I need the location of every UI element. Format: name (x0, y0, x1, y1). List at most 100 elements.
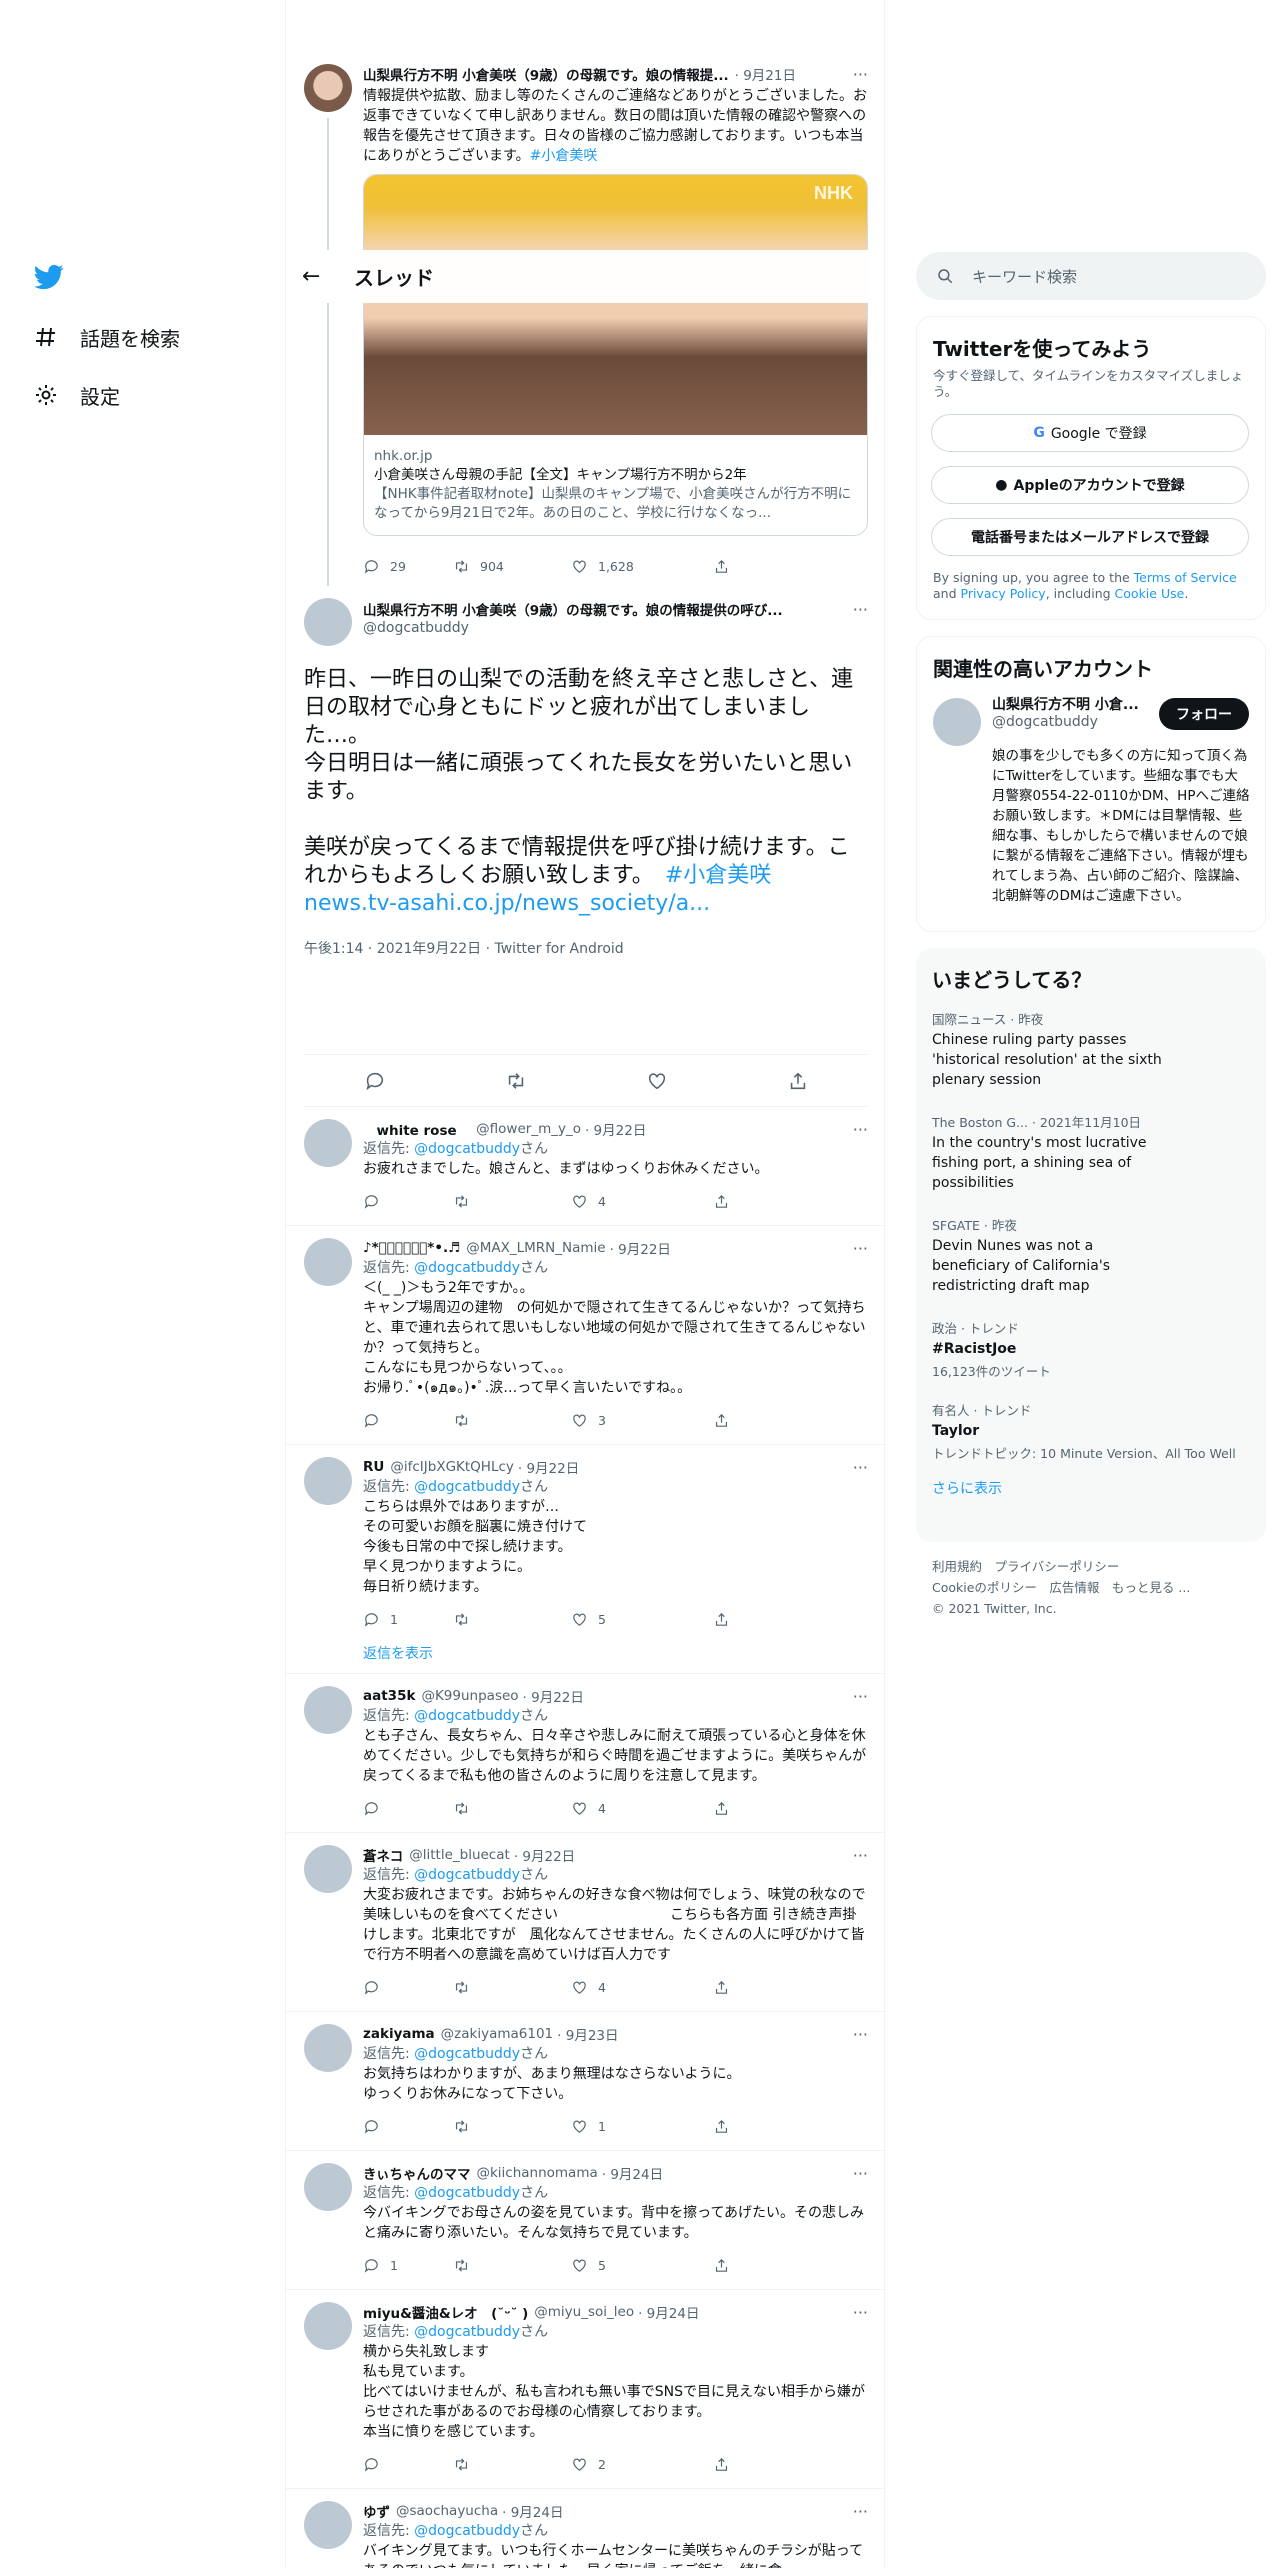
reply-icon[interactable] (364, 1070, 386, 1092)
retweet-button[interactable]: 904 (453, 558, 571, 575)
trend-item[interactable]: The Boston G... · 2021年11月10日 In the cou… (916, 1104, 1266, 1207)
retweet-button[interactable] (453, 1800, 571, 1817)
author-handle[interactable]: @MAX_LMRN_Namie (466, 1240, 605, 1256)
search-input[interactable]: キーワード検索 (972, 266, 1077, 287)
show-replies-link[interactable]: 返信を表示 (363, 1643, 868, 1663)
like-button[interactable]: 5 (571, 1611, 713, 1628)
reply-tweet[interactable]: きぃちゃんのママ @kiichannomama · 9月24日 ··· 返信先:… (286, 2151, 884, 2290)
reply-tweet[interactable]: ゆず @saochayucha · 9月24日 ··· 返信先: @dogcat… (286, 2489, 884, 2568)
author-name[interactable]: 蒼ネコ (363, 1845, 403, 1865)
trend-item[interactable]: 政治 · トレンド #RacistJoe 16,123件のツイート (916, 1310, 1266, 1392)
mention-link[interactable]: @dogcatbuddy (414, 2185, 520, 2201)
avatar[interactable] (304, 2163, 352, 2211)
reply-tweet[interactable]: zakiyama @zakiyama6101 · 9月23日 ··· 返信先: … (286, 2012, 884, 2151)
reply-button[interactable]: 1 (363, 1611, 453, 1628)
author-handle[interactable]: @saochayucha (396, 2503, 498, 2519)
more-icon[interactable]: ··· (853, 2502, 868, 2521)
reply-button[interactable]: 29 (363, 558, 453, 575)
like-button[interactable]: 1 (571, 2118, 713, 2135)
more-icon[interactable]: ··· (853, 2025, 868, 2044)
author-handle[interactable]: @miyu_soi_leo (534, 2304, 634, 2320)
reply-tweet[interactable]: 蒼ネコ @little_bluecat · 9月22日 ··· 返信先: @do… (286, 1833, 884, 2012)
reply-button[interactable] (363, 2118, 453, 2135)
reply-tweet[interactable]: aat35k @K99unpaseo · 9月22日 ··· 返信先: @dog… (286, 1674, 884, 1833)
mention-link[interactable]: @dogcatbuddy (414, 1867, 520, 1883)
share-button[interactable] (713, 1193, 740, 1210)
mention-link[interactable]: @dogcatbuddy (414, 2523, 520, 2539)
author-name[interactable]: zakiyama (363, 2026, 435, 2042)
cookie-link[interactable]: Cookie Use (1115, 586, 1185, 601)
author-handle[interactable]: @ifcIJbXGKtQHLcy (390, 1459, 514, 1475)
tweet-date[interactable]: · 9月22日 (610, 1238, 671, 1258)
more-icon[interactable]: ··· (853, 1846, 868, 1865)
footer-links-2[interactable]: Cookieのポリシー 広告情報 もっと見る ... (932, 1577, 1190, 1598)
more-icon[interactable]: ··· (853, 65, 868, 84)
hashtag-link[interactable]: #小倉美咲 (665, 863, 771, 888)
privacy-link[interactable]: Privacy Policy (961, 586, 1046, 601)
share-button[interactable] (713, 2118, 740, 2135)
like-button[interactable]: 4 (571, 1800, 713, 1817)
share-button[interactable] (713, 1800, 740, 1817)
tweet-meta[interactable]: 午後1:14 · 2021年9月22日 · Twitter for Androi… (304, 938, 868, 1055)
reply-button[interactable] (363, 1979, 453, 1996)
article-link[interactable]: news.tv-asahi.co.jp/news_society/a... (304, 891, 710, 916)
tweet-date[interactable]: · 9月22日 (585, 1119, 646, 1139)
tweet-date[interactable]: · 9月24日 (502, 2501, 563, 2521)
author-name[interactable]: きぃちゃんのママ (363, 2163, 470, 2183)
reply-button[interactable] (363, 1193, 453, 1210)
google-signup-button[interactable]: G Google で登録 (931, 414, 1249, 452)
author-handle[interactable]: @K99unpaseo (421, 1688, 518, 1704)
author-name[interactable]: aat35k (363, 1688, 415, 1704)
trend-item[interactable]: 国際ニュース · 昨夜 Chinese ruling party passes … (916, 1001, 1266, 1104)
share-button[interactable] (713, 1412, 740, 1429)
author-handle[interactable]: @zakiyama6101 (441, 2026, 553, 2042)
like-button[interactable]: 1,628 (571, 558, 713, 575)
more-icon[interactable]: ··· (853, 1239, 868, 1258)
retweet-button[interactable] (453, 2257, 571, 2274)
reply-tweet[interactable]: miyu&醤油&レオ (˘ᵕ˘ ) @miyu_soi_leo · 9月24日 … (286, 2290, 884, 2489)
back-arrow-icon[interactable]: ← (302, 264, 326, 289)
retweet-button[interactable] (453, 2456, 571, 2473)
mention-link[interactable]: @dogcatbuddy (414, 1260, 520, 1276)
avatar[interactable] (304, 64, 352, 112)
avatar[interactable] (304, 2501, 352, 2549)
more-icon[interactable]: ··· (853, 2303, 868, 2322)
twitter-logo-icon[interactable] (32, 262, 66, 292)
more-icon[interactable]: ··· (853, 1120, 868, 1139)
tweet-date[interactable]: · 9月22日 (518, 1457, 579, 1477)
retweet-button[interactable] (453, 1193, 571, 1210)
mention-link[interactable]: @dogcatbuddy (414, 1141, 520, 1157)
author-name[interactable]: white rose (363, 1119, 470, 1139)
author-name[interactable]: 山梨県行方不明 小倉美咲（9歳）の母親です。娘の情報提... (363, 64, 729, 84)
reply-button[interactable] (363, 2456, 453, 2473)
avatar[interactable] (304, 1238, 352, 1286)
share-button[interactable] (713, 1611, 740, 1628)
author-name[interactable]: RU (363, 1459, 384, 1475)
more-icon[interactable]: ··· (853, 600, 868, 619)
nav-settings[interactable]: 設定 (32, 375, 120, 415)
avatar[interactable] (304, 1845, 352, 1893)
author-name[interactable]: ♪*ﾟ𝑵𝒂𝒐𝒎𝒊*•.♬ (363, 1240, 460, 1256)
show-more-link[interactable]: さらに表示 (916, 1474, 1266, 1510)
author-name[interactable]: ゆず (363, 2501, 390, 2521)
reply-tweet[interactable]: white rose @flower_m_y_o · 9月22日 ··· 返信先… (286, 1107, 884, 1226)
reply-tweet[interactable]: RU @ifcIJbXGKtQHLcy · 9月22日 ··· 返信先: @do… (286, 1445, 884, 1674)
like-button[interactable]: 3 (571, 1412, 713, 1429)
share-button[interactable] (713, 1979, 740, 1996)
mention-link[interactable]: @dogcatbuddy (414, 2324, 520, 2340)
link-card[interactable]: NHK nhk.or.jp 小倉美咲さん母親の手記【全文】キャンプ場行方不明から… (363, 174, 868, 536)
retweet-button[interactable] (453, 1412, 571, 1429)
more-icon[interactable]: ··· (853, 1458, 868, 1477)
avatar[interactable] (304, 1457, 352, 1505)
retweet-icon[interactable] (505, 1070, 527, 1092)
author-handle[interactable]: @dogcatbuddy (363, 620, 868, 636)
share-icon[interactable] (787, 1070, 809, 1092)
avatar[interactable] (304, 2302, 352, 2350)
reply-button[interactable]: 1 (363, 2257, 453, 2274)
tweet-date[interactable]: · 9月21日 (735, 64, 796, 84)
apple-signup-button[interactable]: ● Appleのアカウントで登録 (931, 466, 1249, 504)
like-button[interactable]: 4 (571, 1193, 713, 1210)
share-button[interactable] (713, 2456, 740, 2473)
reply-tweet[interactable]: ♪*ﾟ𝑵𝒂𝒐𝒎𝒊*•.♬ @MAX_LMRN_Namie · 9月22日 ···… (286, 1226, 884, 1445)
avatar[interactable] (304, 598, 352, 646)
